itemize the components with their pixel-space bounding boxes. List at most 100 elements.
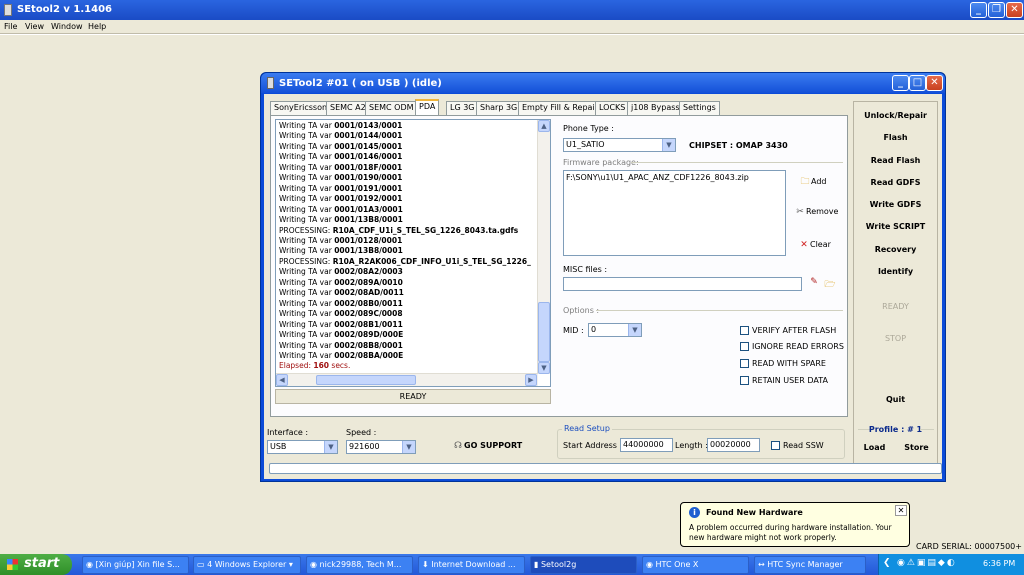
folder-icon: ▭	[197, 560, 208, 569]
firmware-package-item[interactable]: F:\SONY\u1\U1_APAC_ANZ_CDF1226_8043.zip	[566, 173, 749, 182]
misc-files-input[interactable]	[563, 277, 802, 291]
tab-pda[interactable]: PDA	[415, 99, 440, 116]
log-vertical-scrollbar[interactable]: ▲ ▼	[537, 120, 550, 374]
go-support-button[interactable]: ☊ GO SUPPORT	[452, 441, 522, 451]
app-title-bar: SEtool2 v 1.1406 _ ❐ ✕	[0, 0, 1024, 20]
log-lines: Writing TA var 0001/0143/0001 Writing TA …	[279, 121, 537, 372]
taskbar-item-idm[interactable]: ⬇ Internet Download ...	[418, 556, 525, 574]
taskbar-item-explorer[interactable]: ▭ 4 Windows Explorer ▾	[193, 556, 301, 574]
interface-label: Interface :	[267, 428, 309, 437]
tab-settings[interactable]: Settings	[679, 101, 720, 115]
start-button[interactable]: start	[0, 554, 72, 575]
minimize-button[interactable]: _	[970, 2, 987, 18]
info-icon: i	[689, 507, 700, 518]
tab-sharp-3g[interactable]: Sharp 3G	[476, 101, 522, 115]
scroll-right-icon[interactable]: ▶	[525, 374, 537, 386]
child-window-icon	[267, 77, 274, 89]
support-icon: ☊	[454, 441, 462, 451]
found-new-hardware-balloon[interactable]: i Found New Hardware ✕ A problem occurre…	[680, 502, 910, 547]
open-folder-icon[interactable]: 🗁	[824, 277, 836, 293]
menu-file[interactable]: File	[4, 22, 17, 31]
mid-select[interactable]: 0 ▼	[588, 323, 642, 337]
scroll-up-icon[interactable]: ▲	[538, 120, 550, 132]
start-address-input[interactable]: 44000000	[620, 438, 673, 452]
child-client-area: SonyEricsson SEMC A2 SEMC ODM PDA LG 3G …	[264, 94, 942, 479]
recovery-button[interactable]: Recovery	[854, 245, 937, 254]
tab-j108-bypass[interactable]: j108 Bypass	[627, 101, 684, 115]
chipset-label: CHIPSET : OMAP 3430	[689, 141, 788, 150]
unlock-repair-button[interactable]: Unlock/Repair	[854, 111, 937, 120]
stop-button[interactable]: STOP	[854, 334, 937, 343]
close-button[interactable]: ✕	[1006, 2, 1023, 18]
log-horizontal-scrollbar[interactable]: ◀ ▶	[276, 373, 538, 386]
quit-button[interactable]: Quit	[854, 395, 937, 404]
write-script-button[interactable]: Write SCRIPT	[854, 222, 937, 231]
read-gdfs-button[interactable]: Read GDFS	[854, 178, 937, 187]
menu-window[interactable]: Window	[51, 22, 83, 31]
speed-select[interactable]: 921600 ▼	[346, 440, 416, 454]
chevron-down-icon: ▼	[324, 441, 337, 453]
pencil-icon[interactable]: ✎	[808, 277, 820, 287]
child-close-button[interactable]: ✕	[926, 75, 943, 91]
windows-logo-icon	[7, 559, 18, 570]
tab-semc-odm[interactable]: SEMC ODM	[365, 101, 418, 115]
read-with-spare-checkbox[interactable]	[740, 359, 749, 368]
taskbar-item-htc-sync[interactable]: ↔ HTC Sync Manager	[754, 556, 866, 574]
retain-user-data-checkbox[interactable]	[740, 376, 749, 385]
verify-after-flash-checkbox[interactable]	[740, 326, 749, 335]
tab-semc-a2[interactable]: SEMC A2	[326, 101, 370, 115]
log-line: Writing TA var 0001/0128/0001	[279, 235, 403, 245]
flash-button[interactable]: Flash	[854, 133, 937, 142]
tab-locks[interactable]: LOCKS	[595, 101, 630, 115]
taskbar-item-setool[interactable]: ▮ Setool2g	[530, 556, 637, 574]
length-input[interactable]: 00020000	[707, 438, 760, 452]
vertical-scroll-thumb[interactable]	[538, 302, 550, 362]
scroll-down-icon[interactable]: ▼	[538, 362, 550, 374]
phone-type-value: U1_SATIO	[566, 140, 605, 149]
taskbar-item-forum[interactable]: ◉ nick29988, Tech M...	[306, 556, 413, 574]
scroll-left-icon[interactable]: ◀	[276, 374, 288, 386]
tray-expand-icon[interactable]: ❮	[883, 558, 891, 568]
taskbar-item-browser[interactable]: ◉ [Xin giúp] Xin file S...	[82, 556, 189, 574]
store-button[interactable]: Store	[875, 443, 958, 452]
add-button[interactable]: 🗀 Add	[799, 174, 826, 190]
tab-empty-fill-repair[interactable]: Empty Fill & Repair	[518, 101, 602, 115]
log-line: Writing TA var 0001/018F/0001	[279, 162, 403, 172]
system-tray: ❮ ◉⚠▣▤◆◐ 6:36 PM	[878, 554, 1024, 575]
clear-button[interactable]: ✕ Clear	[798, 240, 831, 250]
verify-after-flash-label: VERIFY AFTER FLASH	[752, 326, 837, 335]
menu-view[interactable]: View	[25, 22, 44, 31]
phone-type-select[interactable]: U1_SATIO ▼	[563, 138, 676, 152]
remove-button[interactable]: ✂ Remove	[794, 207, 838, 217]
tab-sonyericsson[interactable]: SonyEricsson	[270, 101, 332, 115]
firmware-package-list[interactable]: F:\SONY\u1\U1_APAC_ANZ_CDF1226_8043.zip	[563, 170, 786, 256]
write-gdfs-button[interactable]: Write GDFS	[854, 200, 937, 209]
firmware-divider	[631, 162, 843, 163]
speed-label: Speed :	[346, 428, 377, 437]
horizontal-scroll-thumb[interactable]	[316, 375, 416, 385]
log-line: PROCESSING: R10A_CDF_U1i_S_TEL_SG_1226_8…	[279, 225, 519, 235]
log-line: Writing TA var 0001/0192/0001	[279, 194, 403, 204]
options-divider	[596, 310, 843, 311]
ignore-read-errors-checkbox[interactable]	[740, 342, 749, 351]
taskbar-item-htc-one-x[interactable]: ◉ HTC One X	[642, 556, 749, 574]
tab-lg-3g[interactable]: LG 3G	[446, 101, 479, 115]
restore-button[interactable]: ❐	[988, 2, 1005, 18]
log-output[interactable]: Writing TA var 0001/0143/0001 Writing TA …	[275, 119, 551, 387]
interface-select[interactable]: USB ▼	[267, 440, 338, 454]
read-ssw-checkbox[interactable]	[771, 441, 780, 450]
log-line: Writing TA var 0002/08AD/0011	[279, 288, 404, 298]
log-line: Writing TA var 0001/0143/0001	[279, 121, 403, 130]
interface-value: USB	[270, 442, 287, 451]
action-panel: Unlock/Repair Flash Read Flash Read GDFS…	[853, 101, 938, 466]
phone-type-label: Phone Type :	[563, 124, 614, 133]
mid-label: MID :	[563, 326, 584, 335]
child-maximize-button[interactable]: □	[909, 75, 926, 91]
menu-help[interactable]: Help	[88, 22, 106, 31]
child-minimize-button[interactable]: _	[892, 75, 909, 91]
read-flash-button[interactable]: Read Flash	[854, 156, 937, 165]
balloon-close-icon[interactable]: ✕	[895, 505, 907, 516]
identify-button[interactable]: Identify	[854, 267, 937, 276]
chevron-down-icon: ▼	[628, 324, 641, 336]
tray-icons[interactable]: ◉⚠▣▤◆◐	[897, 558, 957, 568]
